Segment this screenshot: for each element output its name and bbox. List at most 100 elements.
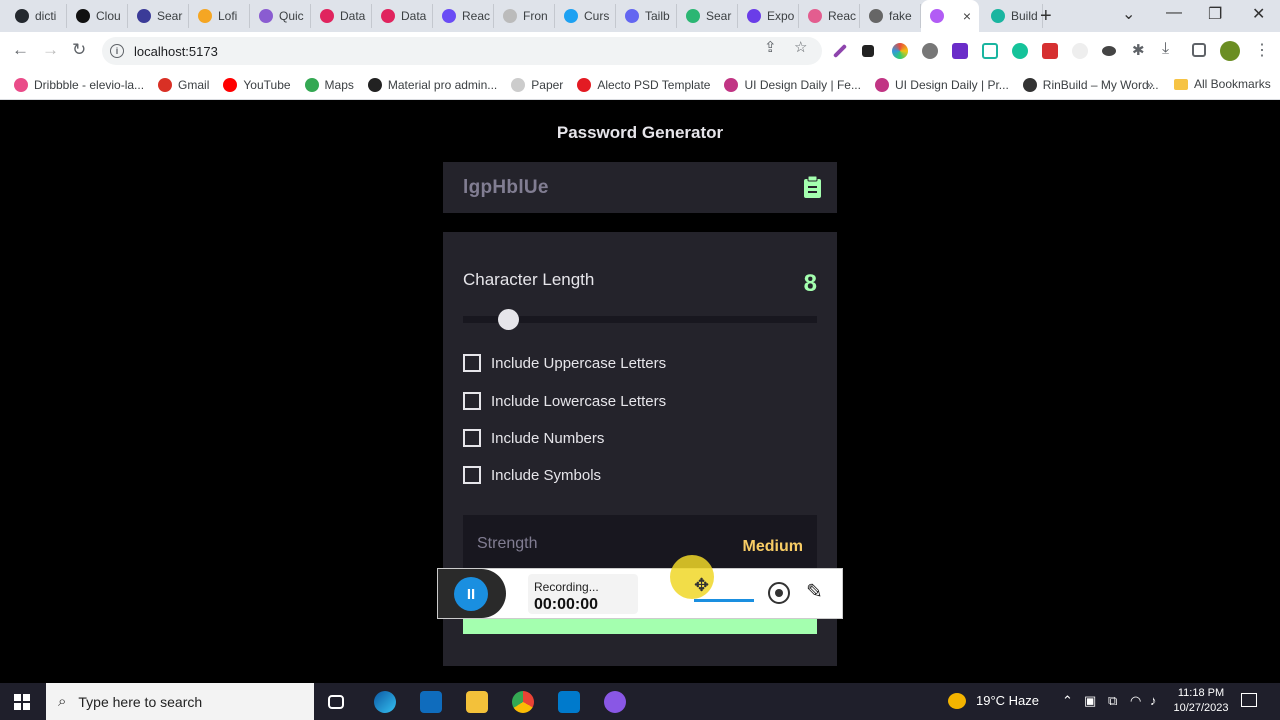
move-handle-icon[interactable]: ✥: [694, 575, 709, 596]
weather-text[interactable]: 19°C Haze: [976, 693, 1039, 708]
webcam-icon[interactable]: [768, 582, 790, 604]
bookmark-favicon-icon: [14, 77, 28, 92]
github-desktop-icon[interactable]: [604, 691, 626, 713]
grid-extension-icon[interactable]: [862, 45, 874, 57]
browser-tab[interactable]: Curs: [555, 4, 616, 28]
bookmark-item[interactable]: Paper: [511, 77, 563, 92]
all-bookmarks-button[interactable]: All Bookmarks: [1174, 77, 1271, 91]
incognito-extension-icon[interactable]: [1102, 46, 1116, 56]
wifi-icon[interactable]: ◠: [1130, 693, 1141, 709]
browser-tab-active[interactable]: ×: [921, 0, 979, 32]
browser-tab[interactable]: Tailb: [616, 4, 677, 28]
option-lowercase[interactable]: Include Lowercase Letters: [463, 392, 666, 410]
download-icon[interactable]: ⤓: [1162, 40, 1178, 57]
slider-fill: [463, 316, 499, 323]
windows-start-icon[interactable]: [14, 694, 30, 710]
browser-tab[interactable]: Build: [982, 4, 1043, 28]
browser-tab[interactable]: Sear: [677, 4, 738, 28]
back-arrow-icon[interactable]: ←: [12, 40, 29, 60]
new-tab-button[interactable]: +: [1040, 5, 1052, 28]
browser-tab[interactable]: dicti: [6, 4, 67, 28]
vscode-icon[interactable]: [558, 691, 580, 713]
tab-label: Sear: [157, 9, 183, 23]
tab-label: Clou: [96, 9, 121, 23]
show-hidden-icons-icon[interactable]: ⌃: [1062, 693, 1073, 709]
browser-tab[interactable]: Quic: [250, 4, 311, 28]
annotate-pen-icon[interactable]: ✎: [806, 579, 823, 604]
browser-tab[interactable]: Fron: [494, 4, 555, 28]
tab-favicon-icon: [564, 9, 578, 23]
color-picker-extension-icon[interactable]: [892, 43, 908, 59]
bookmark-item[interactable]: Dribbble - elevio-la...: [14, 77, 144, 92]
bookmark-item[interactable]: Gmail: [158, 77, 209, 92]
tab-favicon-icon: [76, 9, 90, 23]
meet-now-icon[interactable]: ⧉: [1108, 693, 1117, 709]
site-info-icon[interactable]: i: [110, 44, 124, 58]
option-numbers[interactable]: Include Numbers: [463, 429, 604, 447]
tab-label: fake: [889, 9, 912, 23]
profile-avatar[interactable]: [1220, 41, 1240, 61]
red-extension-icon[interactable]: [1042, 43, 1058, 59]
side-panel-icon[interactable]: [1192, 43, 1206, 57]
slider-thumb[interactable]: [498, 309, 520, 330]
chrome-icon[interactable]: [512, 691, 534, 713]
share-icon[interactable]: ⇪: [764, 38, 777, 56]
s-extension-icon[interactable]: [952, 43, 968, 59]
bookmark-star-icon[interactable]: ☆: [794, 38, 807, 56]
pause-recording-button[interactable]: II: [454, 577, 488, 611]
bookmark-item[interactable]: Material pro admin...: [367, 77, 497, 92]
recording-status: Recording...: [534, 580, 599, 594]
browser-tab[interactable]: Lofi: [189, 4, 250, 28]
browser-tab[interactable]: Reac: [799, 4, 860, 28]
file-explorer-icon[interactable]: [466, 691, 488, 713]
numbers-checkbox[interactable]: [463, 429, 481, 447]
grammarly-extension-icon[interactable]: [1012, 43, 1028, 59]
tab-search-icon[interactable]: ⌄: [1122, 4, 1135, 24]
address-bar[interactable]: i localhost:5173: [102, 37, 822, 65]
taskbar-search[interactable]: ⌕ Type here to search: [46, 683, 314, 720]
bookmarks-overflow-icon[interactable]: »: [1146, 76, 1154, 92]
uppercase-checkbox[interactable]: [463, 354, 481, 372]
symbols-checkbox[interactable]: [463, 466, 481, 484]
notification-center-icon[interactable]: [1241, 693, 1257, 707]
browser-tab[interactable]: fake: [860, 4, 921, 28]
tray-app-icon[interactable]: ▣: [1084, 693, 1096, 709]
browser-tab[interactable]: Data: [311, 4, 372, 28]
settings-extension-icon[interactable]: [922, 43, 938, 59]
close-window-icon[interactable]: ✕: [1252, 4, 1265, 24]
bookmark-item[interactable]: UI Design Daily | Fe...: [724, 77, 861, 92]
bookmark-item[interactable]: RinBuild – My Word...: [1022, 77, 1159, 92]
bookmark-item[interactable]: YouTube: [223, 77, 291, 92]
volume-icon[interactable]: ♪: [1150, 693, 1157, 708]
mail-icon[interactable]: [420, 691, 442, 713]
clipboard-copy-icon[interactable]: [804, 176, 821, 198]
browser-tab[interactable]: Expo: [738, 4, 799, 28]
task-view-icon[interactable]: [328, 695, 344, 709]
bookmark-item[interactable]: Maps: [304, 77, 354, 92]
reload-icon[interactable]: ↻: [72, 40, 86, 60]
option-symbols[interactable]: Include Symbols: [463, 466, 601, 484]
restore-icon[interactable]: ❐: [1208, 4, 1222, 24]
lowercase-checkbox[interactable]: [463, 392, 481, 410]
browser-menu-icon[interactable]: ⋮: [1254, 40, 1270, 59]
length-slider[interactable]: [463, 309, 817, 330]
ghost-extension-icon[interactable]: [1072, 43, 1088, 59]
bookmark-item[interactable]: UI Design Daily | Pr...: [874, 77, 1009, 92]
weather-icon[interactable]: [948, 693, 966, 709]
puzzle-extensions-icon[interactable]: ✱: [1132, 41, 1148, 59]
browser-tab[interactable]: Sear: [128, 4, 189, 28]
url-text[interactable]: localhost:5173: [134, 44, 218, 59]
bookmark-favicon-icon: [511, 77, 526, 92]
option-uppercase[interactable]: Include Uppercase Letters: [463, 354, 666, 372]
recorder-drag-bar[interactable]: [694, 599, 754, 602]
minimize-icon[interactable]: —: [1166, 4, 1182, 22]
browser-tab[interactable]: Reac: [433, 4, 494, 28]
browser-tab[interactable]: Clou: [67, 4, 128, 28]
edge-icon[interactable]: [374, 691, 396, 713]
browser-tab[interactable]: Data: [372, 4, 433, 28]
bookmark-item[interactable]: Alecto PSD Template: [577, 77, 710, 92]
n-extension-icon[interactable]: [982, 43, 998, 59]
system-clock[interactable]: 11:18 PM 10/27/2023: [1172, 686, 1230, 716]
close-tab-icon[interactable]: ×: [963, 8, 971, 24]
forward-arrow-icon[interactable]: →: [42, 40, 59, 60]
